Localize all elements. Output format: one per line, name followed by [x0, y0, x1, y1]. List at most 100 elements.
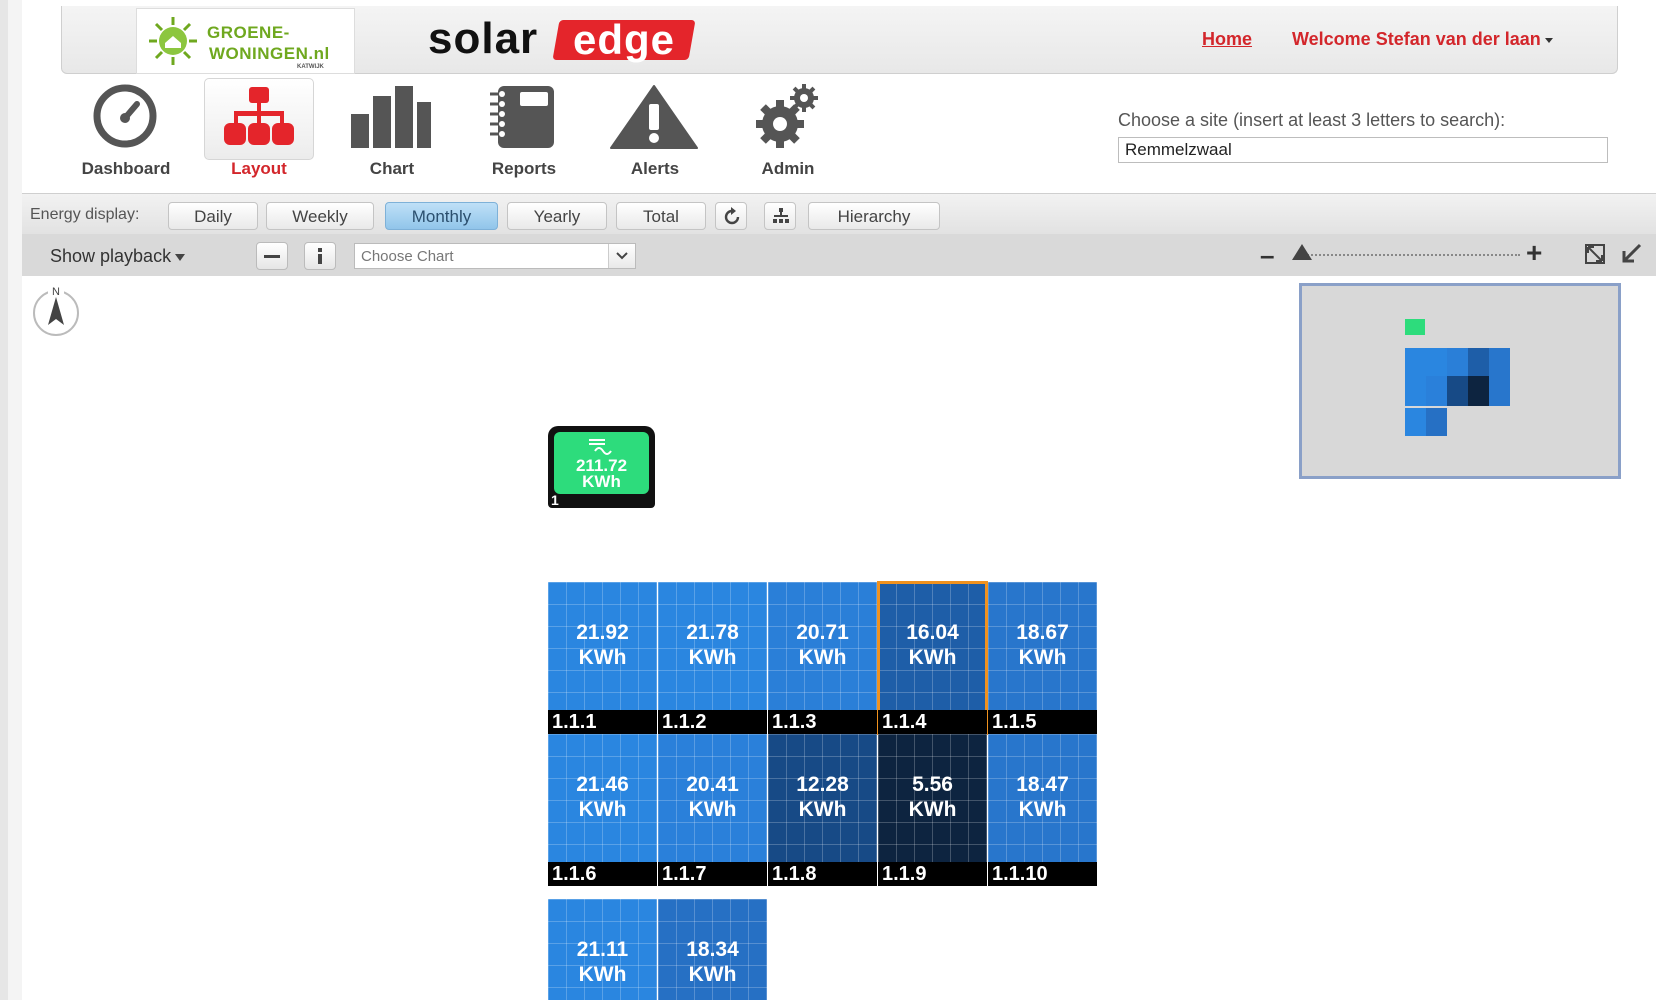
inverter[interactable]: 211.72 KWh 1 — [548, 426, 655, 508]
refresh-button[interactable] — [715, 202, 747, 230]
partner-logo-line3: KATWIJK — [297, 64, 324, 70]
panel-unit: KWh — [798, 646, 847, 669]
nav-alerts-label: Alerts — [630, 159, 680, 178]
nav-alerts[interactable]: Alerts — [600, 78, 710, 186]
minimap-panel — [1426, 376, 1447, 406]
bar-chart-icon — [351, 86, 431, 148]
user-menu[interactable]: Welcome Stefan van der laan — [1292, 29, 1553, 50]
caret-down-icon — [1544, 37, 1553, 43]
hierarchy-icon — [224, 87, 294, 145]
caret-down-icon — [175, 253, 186, 261]
yearly-button[interactable]: Yearly — [507, 202, 607, 230]
show-playback-label: Show playback — [50, 246, 172, 266]
nav-dashboard-label: Dashboard — [81, 159, 171, 178]
choose-chart-select[interactable]: Choose Chart — [354, 243, 636, 269]
nav-chart-label: Chart — [369, 159, 415, 178]
panel-id-label: 1.1.1 — [548, 710, 657, 734]
left-border-inner — [8, 0, 22, 1000]
speedometer-icon — [93, 84, 157, 148]
solar-panel-1-1-6[interactable]: 21.46 KWh 1.1.6 — [548, 734, 657, 886]
home-link[interactable]: Home — [1202, 29, 1252, 50]
panel-unit: KWh — [578, 963, 627, 986]
minimap-panel — [1489, 348, 1510, 376]
inverter-id: 1 — [551, 492, 559, 508]
partner-logo-line1: GROENE- — [207, 23, 290, 42]
panel-id-label: 1.1.5 — [988, 710, 1097, 734]
minimap-panel — [1468, 376, 1489, 406]
partner-logo[interactable]: GROENE- WONINGEN.nl KATWIJK — [136, 8, 355, 74]
pointer-arrow-icon[interactable] — [1620, 243, 1642, 265]
choose-chart-placeholder: Choose Chart — [361, 248, 454, 265]
collapse-button[interactable] — [256, 242, 288, 270]
info-button[interactable] — [304, 242, 336, 270]
fit-to-screen-icon[interactable] — [1584, 243, 1606, 265]
solar-panel-1-1-8[interactable]: 12.28 KWh 1.1.8 — [768, 734, 877, 886]
nav-chart[interactable]: Chart — [337, 78, 447, 186]
panel-energy: 20.71 KWh — [768, 620, 877, 670]
panel-id-label: 1.1.8 — [768, 862, 877, 886]
panel-energy: 18.47 KWh — [988, 772, 1097, 822]
nav-reports-label: Reports — [491, 159, 557, 178]
left-border — [0, 0, 8, 1000]
panel-value: 20.71 — [796, 621, 849, 644]
solar-panel-1-1-3[interactable]: 20.71 KWh 1.1.3 — [768, 582, 877, 734]
daily-button[interactable]: Daily — [168, 202, 258, 230]
gears-icon — [756, 84, 818, 148]
panel-value: 12.28 — [796, 773, 849, 796]
minimap-panel — [1405, 408, 1426, 436]
panel-energy: 18.34 KWh — [658, 937, 767, 987]
panel-id-label: 1.1.9 — [878, 862, 987, 886]
nav-layout-label: Layout — [231, 159, 287, 178]
choose-chart-dropdown[interactable] — [608, 244, 635, 268]
solar-panel-1-1-7[interactable]: 20.41 KWh 1.1.7 — [658, 734, 767, 886]
solar-panel-1-1-9[interactable]: 5.56 KWh 1.1.9 — [878, 734, 987, 886]
panel-energy: 21.46 KWh — [548, 772, 657, 822]
solar-panel-1-1-10[interactable]: 18.47 KWh 1.1.10 — [988, 734, 1097, 886]
zoom-out-button[interactable]: – — [1260, 242, 1274, 268]
energy-display-bar: Energy display: Daily Weekly Monthly Yea… — [22, 193, 1656, 235]
solar-panel-1-1-2[interactable]: 21.78 KWh 1.1.2 — [658, 582, 767, 734]
panel-value: 20.41 — [686, 773, 739, 796]
solar-panel-1-1-12[interactable]: 18.34 KWh — [658, 899, 767, 1000]
total-button[interactable]: Total — [616, 202, 706, 230]
inverter-unit: KWh — [582, 472, 621, 491]
solar-panel-1-1-4[interactable]: 16.04 KWh 1.1.4 — [877, 581, 988, 735]
nav-layout[interactable]: Layout — [204, 78, 314, 186]
panel-value: 5.56 — [912, 773, 953, 796]
show-playback-toggle[interactable]: Show playback — [50, 246, 186, 267]
partner-logo-line2: WONINGEN.nl — [209, 44, 330, 63]
minus-icon — [264, 255, 280, 258]
minimap-panel — [1447, 348, 1468, 376]
zoom-in-button[interactable]: + — [1526, 239, 1542, 267]
notebook-icon — [490, 86, 554, 148]
minimap-panel — [1405, 348, 1426, 376]
minimap-panel — [1405, 376, 1426, 406]
compass-north-label: N — [52, 286, 60, 298]
solar-panel-1-1-11[interactable]: 21.11 KWh — [548, 899, 657, 1000]
nav-admin-label: Admin — [761, 159, 815, 178]
nav-reports-iconbox — [469, 78, 577, 158]
hierarchy-button[interactable]: Hierarchy — [808, 202, 940, 230]
hierarchy-toggle-button[interactable] — [764, 202, 796, 230]
monthly-button[interactable]: Monthly — [385, 202, 498, 230]
nav-reports[interactable]: Reports — [469, 78, 579, 186]
energy-display-label: Energy display: — [30, 206, 140, 223]
nav-dashboard[interactable]: Dashboard — [71, 78, 181, 186]
site-search-input[interactable]: Remmelzwaal — [1118, 137, 1608, 163]
panel-energy: 18.67 KWh — [988, 620, 1097, 670]
nav-admin[interactable]: Admin — [733, 78, 843, 186]
minimap[interactable] — [1299, 283, 1621, 479]
zoom-slider-thumb[interactable] — [1292, 244, 1312, 260]
panel-unit: KWh — [578, 646, 627, 669]
weekly-button[interactable]: Weekly — [266, 202, 374, 230]
inverter-energy: 211.72 KWh — [554, 457, 649, 491]
brand-solar-text: solar — [428, 14, 539, 63]
compass-icon: N — [33, 285, 79, 336]
inverter-face: 211.72 KWh — [554, 432, 649, 494]
panel-unit: KWh — [688, 646, 737, 669]
solar-panel-1-1-1[interactable]: 21.92 KWh 1.1.1 — [548, 582, 657, 734]
panel-unit: KWh — [688, 963, 737, 986]
panel-energy: 16.04 KWh — [878, 620, 987, 670]
solar-panel-1-1-5[interactable]: 18.67 KWh 1.1.5 — [988, 582, 1097, 734]
zoom-slider-track[interactable] — [1300, 254, 1520, 256]
